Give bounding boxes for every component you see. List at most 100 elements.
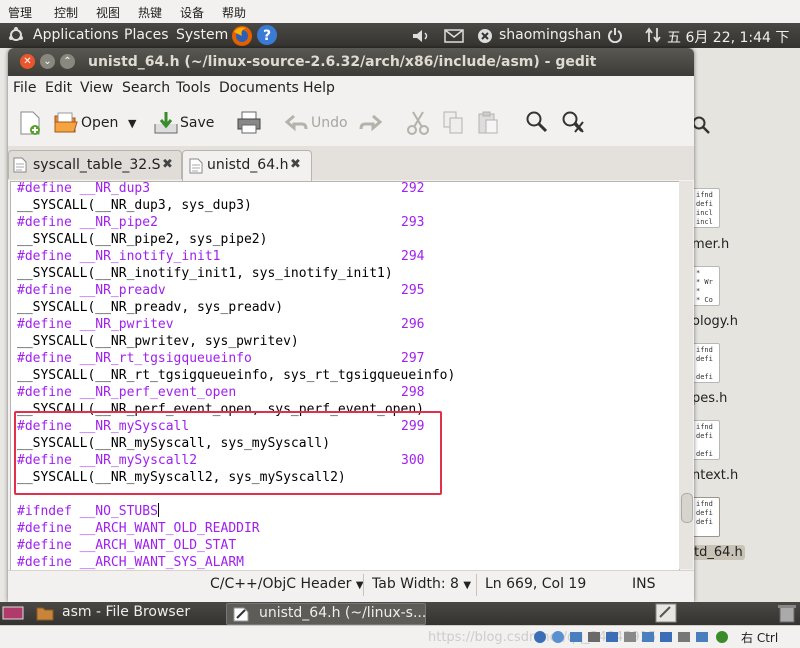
- code-line[interactable]: #define __NR_dup3 292: [17, 181, 455, 197]
- code-line[interactable]: __SYSCALL(__NR_pipe2, sys_pipe2): [17, 231, 455, 248]
- macro-name: __NR_pwritev: [79, 317, 174, 332]
- places-menu[interactable]: Places: [124, 27, 169, 43]
- code-line[interactable]: #define __NR_pipe2 293: [17, 214, 455, 231]
- new-document-icon[interactable]: [18, 110, 42, 136]
- save-button[interactable]: Save: [180, 115, 214, 131]
- code-line[interactable]: __SYSCALL(__NR_rt_tgsigqueueinfo, sys_rt…: [17, 367, 455, 384]
- cut-icon[interactable]: [406, 110, 430, 136]
- help-icon[interactable]: ?: [256, 24, 278, 46]
- preprocessor-keyword: #define: [17, 215, 72, 230]
- paste-icon[interactable]: [476, 110, 500, 136]
- code-line[interactable]: #define __NR_inotify_init1 294: [17, 248, 455, 265]
- tab-width-selector[interactable]: Tab Width: 8 ▼: [372, 576, 471, 592]
- syscall-invocation: __SYSCALL(__NR_rt_tgsigqueueinfo, sys_rt…: [17, 368, 456, 383]
- open-icon[interactable]: [53, 110, 79, 136]
- macro-name: __NR_inotify_init1: [79, 249, 221, 264]
- macro-name: __NR_dup3: [79, 181, 151, 196]
- applications-menu[interactable]: Applications: [33, 27, 119, 43]
- tab-unistd-64[interactable]: unistd_64.h ✖: [182, 150, 312, 182]
- file-thumbnail-icon[interactable]: ifnd defi defi: [692, 420, 720, 460]
- menu-search[interactable]: Search: [122, 80, 170, 96]
- redo-icon[interactable]: [357, 110, 383, 136]
- system-menu[interactable]: System: [176, 27, 228, 43]
- menu-view[interactable]: View: [80, 80, 113, 96]
- host-menu-control[interactable]: 控制: [54, 4, 78, 21]
- user-status-icon[interactable]: [477, 28, 493, 44]
- host-menu-hotkey[interactable]: 热键: [138, 4, 162, 21]
- find-replace-icon[interactable]: [561, 110, 587, 136]
- firefox-icon[interactable]: [230, 24, 254, 48]
- close-tab-icon[interactable]: ✖: [162, 157, 173, 172]
- title-bar[interactable]: ✕ ⌄ ⌃ unistd_64.h (~/linux-source-2.6.32…: [8, 48, 694, 76]
- file-name-selected[interactable]: td_64.h: [692, 545, 745, 560]
- file-thumbnail-icon[interactable]: ifnd defi incl incl: [692, 188, 720, 228]
- file-name[interactable]: mer.h: [692, 237, 729, 252]
- code-line[interactable]: #define __ARCH_WANT_OLD_STAT: [17, 537, 455, 554]
- taskbar-file-browser[interactable]: asm - File Browser: [30, 603, 224, 623]
- file-name[interactable]: pes.h: [692, 391, 727, 406]
- tab-syscall-table[interactable]: syscall_table_32.S ✖: [8, 150, 182, 179]
- host-menu-manage[interactable]: 管理: [8, 4, 32, 21]
- host-menu-view[interactable]: 视图: [96, 4, 120, 21]
- host-menu-devices[interactable]: 设备: [180, 4, 204, 21]
- syscall-number: 292: [401, 181, 425, 196]
- close-window-icon[interactable]: ✕: [20, 54, 35, 69]
- scrollbar-thumb[interactable]: [681, 493, 693, 523]
- open-dropdown-chevron-down-icon[interactable]: ▼: [128, 117, 136, 130]
- menu-documents[interactable]: Documents: [219, 80, 299, 96]
- status-separator: [363, 574, 364, 596]
- code-line[interactable]: #define __NR_pwritev 296: [17, 316, 455, 333]
- vm-device-icons[interactable]: [533, 629, 733, 645]
- workspace-switcher-icon[interactable]: [655, 603, 677, 623]
- file-thumbnail-icon[interactable]: ifnd defi defi: [692, 497, 720, 537]
- search-icon[interactable]: [692, 116, 710, 134]
- code-line[interactable]: __SYSCALL(__NR_inotify_init1, sys_inotif…: [17, 265, 455, 282]
- undo-icon[interactable]: [284, 110, 310, 136]
- svg-text:?: ?: [263, 28, 271, 44]
- text-file-icon: [13, 157, 27, 173]
- code-line[interactable]: #define __NR_rt_tgsigqueueinfo 297: [17, 350, 455, 367]
- menu-edit[interactable]: Edit: [45, 80, 72, 96]
- save-icon[interactable]: [153, 110, 179, 136]
- code-line[interactable]: __SYSCALL(__NR_pwritev, sys_pwritev): [17, 333, 455, 350]
- taskbar-gedit[interactable]: unistd_64.h (~/linux-s...: [226, 603, 426, 625]
- minimize-window-icon[interactable]: ⌄: [40, 54, 55, 69]
- taskbar-label: asm - File Browser: [62, 604, 191, 620]
- trash-icon[interactable]: [776, 603, 798, 623]
- file-thumbnail-icon[interactable]: * * Wr * * Co: [692, 266, 720, 306]
- code-line[interactable]: __SYSCALL(__NR_dup3, sys_dup3): [17, 197, 455, 214]
- username-label[interactable]: shaomingshan: [499, 27, 601, 43]
- network-updown-icon[interactable]: [644, 27, 662, 43]
- menu-help[interactable]: Help: [303, 80, 335, 96]
- menu-tools[interactable]: Tools: [176, 80, 211, 96]
- file-name[interactable]: ology.h: [692, 314, 738, 329]
- menu-file[interactable]: File: [13, 80, 36, 96]
- undo-button[interactable]: Undo: [311, 115, 348, 131]
- code-line[interactable]: #define __ARCH_WANT_SYS_ALARM: [17, 554, 455, 570]
- code-line[interactable]: #define __NR_preadv 295: [17, 282, 455, 299]
- close-tab-icon[interactable]: ✖: [290, 157, 301, 172]
- code-line[interactable]: __SYSCALL(__NR_preadv, sys_preadv): [17, 299, 455, 316]
- file-name[interactable]: ntext.h: [692, 468, 738, 483]
- code-line[interactable]: #define __NR_perf_event_open 298: [17, 384, 455, 401]
- power-icon[interactable]: [607, 27, 623, 43]
- language-selector[interactable]: C/C++/ObjC Header ▼: [210, 576, 364, 592]
- code-line[interactable]: #ifndef __NO_STUBS: [17, 503, 455, 520]
- code-text[interactable]: #define __NR_dup3 292 __SYSCALL(__NR_dup3,…: [17, 181, 455, 570]
- clock[interactable]: 五 6月 22, 1:44 下: [667, 27, 789, 47]
- copy-icon[interactable]: [441, 110, 465, 136]
- macro-name: __ARCH_WANT_OLD_STAT: [79, 538, 237, 553]
- host-menu-help[interactable]: 帮助: [222, 4, 246, 21]
- show-desktop-icon[interactable]: [2, 605, 24, 621]
- macro-name: __ARCH_WANT_SYS_ALARM: [79, 555, 244, 570]
- code-editor[interactable]: #define __NR_dup3 292 __SYSCALL(__NR_dup3,…: [10, 181, 680, 571]
- volume-icon[interactable]: [412, 29, 432, 43]
- find-icon[interactable]: [525, 110, 549, 136]
- print-icon[interactable]: [236, 110, 262, 136]
- mail-icon[interactable]: [444, 29, 464, 43]
- maximize-window-icon[interactable]: ⌃: [60, 54, 75, 69]
- macro-name: __NR_preadv: [79, 283, 166, 298]
- open-button[interactable]: Open: [81, 115, 118, 131]
- code-line[interactable]: #define __ARCH_WANT_OLD_READDIR: [17, 520, 455, 537]
- file-thumbnail-icon[interactable]: ifnd defi defi: [692, 343, 720, 383]
